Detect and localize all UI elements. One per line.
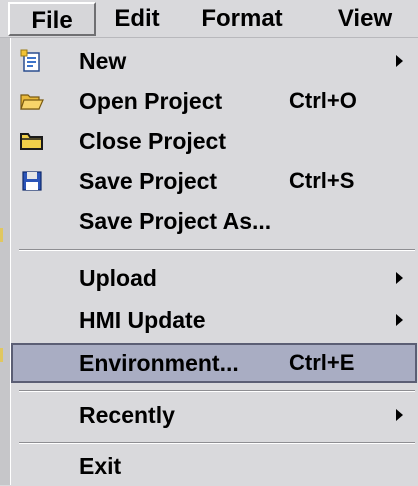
gutter-marker <box>0 228 3 242</box>
menu-item-label: Exit <box>79 453 122 479</box>
gutter-marker <box>0 348 3 362</box>
menu-edit[interactable]: Edit <box>102 2 172 36</box>
menu-item-label: HMI Update <box>79 307 206 333</box>
menu-item-label: Close Project <box>79 128 226 154</box>
menu-item-save-project[interactable]: Save Project Ctrl+S <box>11 161 417 201</box>
open-folder-icon <box>19 89 45 113</box>
menu-item-label: Save Project As... <box>79 208 272 234</box>
menu-item-environment[interactable]: Environment... Ctrl+E <box>11 343 417 383</box>
menu-format[interactable]: Format <box>178 2 306 36</box>
shortcut-label: Ctrl+O <box>289 88 357 113</box>
folder-icon <box>19 129 45 153</box>
menu-bar: File Edit Format View <box>0 0 418 38</box>
shortcut-label: Ctrl+E <box>289 350 355 375</box>
submenu-arrow-icon <box>396 55 403 67</box>
menu-item-hmi-update[interactable]: HMI Update <box>11 300 417 340</box>
menu-item-save-project-as[interactable]: Save Project As... <box>11 201 417 241</box>
menu-item-open-project[interactable]: Open Project Ctrl+O <box>11 81 417 121</box>
menu-separator <box>19 249 415 251</box>
menu-item-label: Upload <box>79 265 157 291</box>
menu-item-label: Environment... <box>79 350 239 376</box>
left-gutter <box>0 38 10 485</box>
submenu-arrow-icon <box>396 314 403 326</box>
menu-item-label: New <box>79 48 127 74</box>
file-menu-dropdown: New Open Project Ctrl+O Close Project Sa… <box>10 38 418 485</box>
shortcut-label: Ctrl+S <box>289 168 355 193</box>
menu-file[interactable]: File <box>8 2 96 36</box>
menu-separator <box>19 390 415 392</box>
menu-item-exit[interactable]: Exit <box>11 446 417 486</box>
menu-separator <box>19 442 415 444</box>
menu-item-close-project[interactable]: Close Project <box>11 121 417 161</box>
menu-item-label: Open Project <box>79 88 223 114</box>
menu-view[interactable]: View <box>318 2 412 36</box>
menu-item-label: Save Project <box>79 168 218 194</box>
submenu-arrow-icon <box>396 272 403 284</box>
submenu-arrow-icon <box>396 409 403 421</box>
menu-item-upload[interactable]: Upload <box>11 258 417 298</box>
menu-item-label: Recently <box>79 402 175 428</box>
menu-item-recently[interactable]: Recently <box>11 395 417 435</box>
menu-item-new[interactable]: New <box>11 41 417 81</box>
floppy-disk-icon <box>19 169 45 193</box>
new-project-icon <box>19 49 45 73</box>
